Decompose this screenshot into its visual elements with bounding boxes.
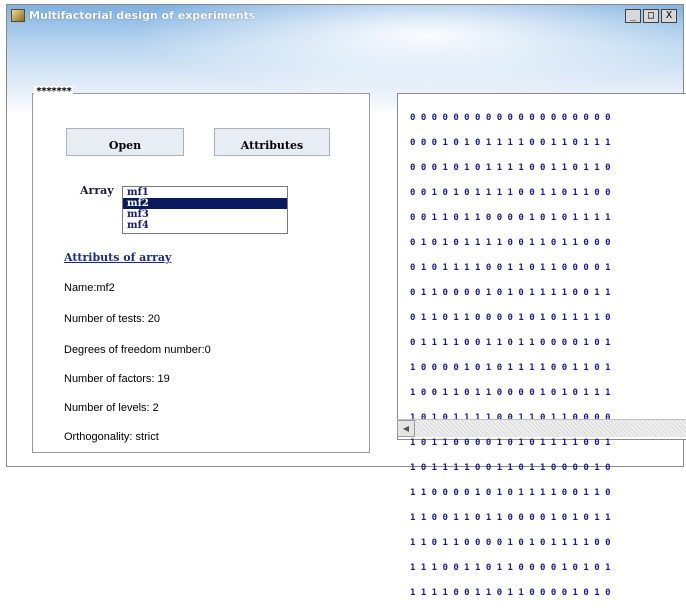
attr-number-of-factors: Number of factors: 19 bbox=[64, 373, 170, 385]
array-item-mf3[interactable]: mf3 bbox=[123, 209, 287, 220]
matrix-row: 1 1 1 1 0 0 1 1 0 1 1 0 0 0 0 1 0 1 0 bbox=[410, 588, 611, 599]
attr-number-of-tests: Number of tests: 20 bbox=[64, 313, 160, 325]
attr-number-of-levels: Number of levels: 2 bbox=[64, 402, 159, 414]
close-button[interactable]: X bbox=[661, 9, 677, 23]
matrix-text: 0 0 0 0 0 0 0 0 0 0 0 0 0 0 0 0 0 0 0 0 … bbox=[410, 97, 610, 614]
matrix-row: 1 0 0 1 1 0 1 1 0 0 0 0 1 0 1 0 1 1 1 bbox=[410, 388, 611, 399]
array-item-mf1[interactable]: mf1 bbox=[123, 187, 287, 198]
matrix-row: 1 1 1 0 0 1 1 0 1 1 0 0 0 0 1 0 1 0 1 bbox=[410, 563, 611, 574]
matrix-row: 0 1 0 1 1 1 1 0 0 1 1 0 1 1 0 0 0 0 1 bbox=[410, 262, 611, 273]
matrix-row: 0 0 0 1 0 1 0 1 1 1 1 0 0 1 1 0 1 1 0 bbox=[410, 162, 611, 173]
matrix-row: 1 0 1 1 0 0 0 0 1 0 1 0 1 1 1 1 0 0 1 bbox=[410, 438, 611, 449]
window-controls: _ □ X bbox=[623, 9, 677, 25]
title-bar[interactable]: Multifactorial design of experiments _ □… bbox=[7, 5, 683, 27]
attr-orthogonality: Orthogonality: strict bbox=[64, 431, 159, 443]
matrix-panel[interactable]: 0 0 0 0 0 0 0 0 0 0 0 0 0 0 0 0 0 0 0 0 … bbox=[397, 93, 686, 598]
scroll-left-arrow-icon[interactable]: ◀ bbox=[397, 420, 415, 437]
matrix-row: 0 0 0 0 0 0 0 0 0 0 0 0 0 0 0 0 0 0 0 bbox=[410, 112, 611, 123]
matrix-row: 1 0 1 1 1 1 0 0 1 1 0 1 1 0 0 0 0 1 0 bbox=[410, 463, 611, 474]
attributes-heading: Attributs of array bbox=[64, 251, 172, 264]
attr-degrees-of-freedom: Degrees of freedom number:0 bbox=[64, 344, 211, 356]
matrix-row: 1 0 0 0 0 1 0 1 0 1 1 1 1 0 0 1 1 0 1 bbox=[410, 363, 611, 373]
array-label: Array bbox=[80, 184, 114, 197]
matrix-row: 1 1 0 0 0 0 1 0 1 0 1 1 1 1 0 0 1 1 0 bbox=[410, 488, 611, 499]
matrix-row: 0 1 1 0 0 0 0 1 0 1 0 1 1 1 1 0 0 1 1 bbox=[410, 287, 611, 298]
array-item-mf4[interactable]: mf4 bbox=[123, 220, 287, 231]
matrix-row: 0 0 0 1 0 1 0 1 1 1 1 0 0 1 1 0 1 1 1 bbox=[410, 137, 611, 148]
group-caption: ******* bbox=[34, 86, 74, 97]
maximize-button[interactable]: □ bbox=[643, 9, 659, 23]
app-icon[interactable] bbox=[11, 9, 25, 22]
matrix-row: 0 1 1 1 1 0 0 1 1 0 1 1 0 0 0 0 1 0 1 bbox=[410, 337, 611, 348]
attributes-button[interactable]: Attributes bbox=[214, 128, 330, 156]
window-title: Multifactorial design of experiments bbox=[29, 9, 256, 22]
array-listbox[interactable]: mf1 mf2 mf3 mf4 bbox=[122, 186, 288, 234]
matrix-row: 1 1 0 1 1 0 0 0 0 1 0 1 0 1 1 1 1 0 0 bbox=[410, 538, 611, 549]
array-item-mf2[interactable]: mf2 bbox=[123, 198, 287, 209]
matrix-row: 1 1 0 0 1 1 0 1 1 0 0 0 0 1 0 1 0 1 1 bbox=[410, 513, 611, 524]
attr-name: Name:mf2 bbox=[64, 282, 115, 294]
minimize-button[interactable]: _ bbox=[625, 9, 641, 23]
open-button[interactable]: Open bbox=[66, 128, 184, 156]
matrix-row: 0 1 1 0 1 1 0 0 0 0 1 0 1 0 1 1 1 1 0 bbox=[410, 312, 611, 323]
matrix-row: 0 0 1 0 1 0 1 1 1 1 0 0 1 1 0 1 1 0 0 bbox=[410, 187, 611, 198]
matrix-row: 0 1 0 1 0 1 1 1 1 0 0 1 1 0 1 1 0 0 0 bbox=[410, 237, 611, 248]
horizontal-scrollbar[interactable]: ◀ bbox=[397, 419, 686, 437]
matrix-row: 0 0 1 1 0 1 1 0 0 0 0 1 0 1 0 1 1 1 1 bbox=[410, 212, 611, 223]
